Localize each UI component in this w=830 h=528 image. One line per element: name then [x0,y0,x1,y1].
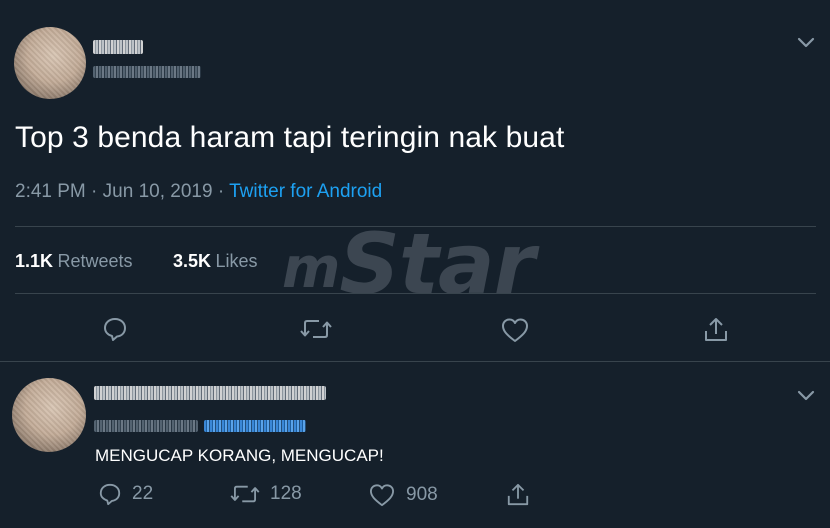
author-display-name-redacted[interactable] [93,40,143,54]
chevron-down-icon[interactable] [797,37,815,49]
mstar-watermark: mStar [282,215,535,313]
retweets-count: 1.1K [15,251,54,271]
retweet-arrows-icon [300,320,332,338]
watermark-text: Star [339,215,535,313]
reply-reply-button[interactable]: 22 [98,482,153,506]
reply-count: 22 [132,483,154,504]
retweets-label: Retweets [57,251,133,271]
reply-button[interactable] [102,316,128,342]
author-handle-redacted[interactable] [93,66,201,78]
reply-mention-redacted[interactable] [204,420,306,432]
share-button[interactable] [703,316,729,344]
share-upload-icon [507,483,529,506]
retweet-button[interactable] [300,317,332,341]
tweet-source-link[interactable]: Twitter for Android [229,181,382,202]
retweet-arrows-icon [230,485,260,503]
reply-share-button[interactable] [506,482,530,508]
likes-count: 3.5K [173,251,212,271]
tweet-date[interactable]: Jun 10, 2019 [103,181,213,202]
watermark-prefix: m [282,236,340,301]
like-count: 908 [406,484,438,505]
section-divider [0,361,830,362]
share-upload-icon [705,318,727,341]
chevron-down-icon[interactable] [797,390,815,402]
heart-icon [502,318,528,342]
reply-author-avatar[interactable] [12,378,86,452]
author-avatar[interactable] [14,27,86,99]
tweet-meta: 2:41 PM · Jun 10, 2019 · Twitter for And… [15,181,382,203]
speech-bubble-icon [104,318,126,341]
retweets-stat[interactable]: 1.1K Retweets [15,251,133,272]
retweet-count: 128 [270,483,302,504]
likes-label: Likes [215,251,258,271]
speech-bubble-icon [99,483,121,506]
meta-separator: · [217,181,225,202]
reply-author-name-redacted[interactable] [94,386,326,400]
tweet-text: Top 3 benda haram tapi teringin nak buat [15,121,565,154]
reply-author-handle-redacted[interactable] [94,420,198,432]
reply-like-button[interactable]: 908 [369,483,438,507]
reply-text: MENGUCAP KORANG, MENGUCAP! [95,446,384,465]
meta-separator: · [91,181,98,202]
divider [15,293,816,294]
like-button[interactable] [501,317,529,343]
likes-stat[interactable]: 3.5K Likes [173,251,258,272]
heart-icon [370,484,394,507]
tweet-time[interactable]: 2:41 PM [15,181,86,202]
reply-retweet-button[interactable]: 128 [230,483,302,505]
